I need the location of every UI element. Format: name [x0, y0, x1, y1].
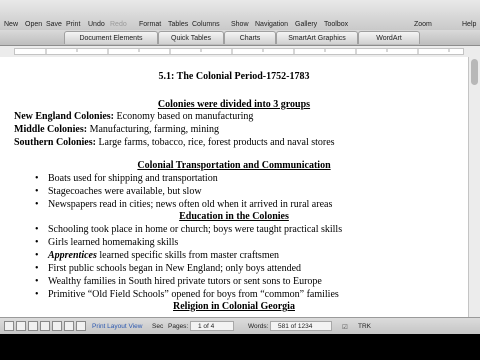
toolbar-format[interactable]: Format [139, 21, 161, 28]
draft-view-icon[interactable] [4, 321, 14, 331]
full-screen-view-icon[interactable] [64, 321, 74, 331]
ruler-track [14, 48, 464, 55]
document-page[interactable]: 5.1: The Colonial Period-1752-1783 Colon… [0, 57, 468, 317]
list-item: First public schools began in New Englan… [35, 263, 301, 274]
spellcheck-icon[interactable]: ☑ [342, 323, 348, 331]
toolbar-toolbox[interactable]: Toolbox [324, 21, 348, 28]
list-item: Apprentices learned specific skills from… [35, 250, 279, 261]
colony-text: Manufacturing, farming, mining [87, 124, 219, 135]
tab-document-elements[interactable]: Document Elements [64, 31, 158, 44]
colony-text: Economy based on manufacturing [114, 111, 254, 122]
heading-education: Education in the Colonies [179, 211, 289, 222]
view-label: Print Layout View [92, 323, 143, 330]
scrollbar-thumb[interactable] [471, 59, 478, 85]
toolbar-save[interactable]: Save [46, 21, 62, 28]
heading-transportation: Colonial Transportation and Communicatio… [137, 160, 331, 171]
toolbar-open[interactable]: Open [25, 21, 42, 28]
heading-religion: Religion in Colonial Georgia [173, 301, 295, 312]
list-item: Girls learned homemaking skills [35, 237, 178, 248]
status-bar: Print Layout View Sec Pages: 1 of 4 Word… [0, 317, 480, 335]
toolbar-new[interactable]: New [4, 21, 18, 28]
toolbar-redo[interactable]: Redo [110, 21, 127, 28]
toolbar-help[interactable]: Help [462, 21, 476, 28]
pages-value: 1 of 4 [198, 323, 215, 330]
words-label: Words: [248, 323, 269, 330]
colony-line-middle: Middle Colonies: Manufacturing, farming,… [14, 124, 219, 135]
colony-label: Southern Colonies: [14, 137, 96, 148]
list-item: Wealthy families in South hired private … [35, 276, 322, 287]
heading-colonies-groups: Colonies were divided into 3 groups [157, 99, 311, 110]
toolbar-zoom[interactable]: Zoom [414, 21, 432, 28]
print-layout-view-icon[interactable] [40, 321, 50, 331]
notebook-view-icon[interactable] [52, 321, 62, 331]
words-value: 581 of 1234 [278, 323, 313, 330]
list-item: Newspapers read in cities; news often ol… [35, 199, 332, 210]
tab-charts[interactable]: Charts [224, 31, 276, 44]
toolbar-print[interactable]: Print [66, 21, 80, 28]
focus-view-icon[interactable] [76, 321, 86, 331]
toolbar-tables[interactable]: Tables [168, 21, 188, 28]
list-item: Stagecoaches were available, but slow [35, 186, 202, 197]
toolbar-navigation[interactable]: Navigation [255, 21, 288, 28]
track-changes-label[interactable]: TRK [358, 323, 371, 330]
tab-quick-tables[interactable]: Quick Tables [158, 31, 224, 44]
tab-wordart[interactable]: WordArt [358, 31, 420, 44]
colony-line-southern: Southern Colonies: Large farms, tobacco,… [14, 137, 335, 148]
outline-view-icon[interactable] [16, 321, 26, 331]
list-item: Primitive “Old Field Schools” opened for… [35, 289, 339, 300]
pages-label: Pages: [168, 323, 189, 330]
tab-smartart-graphics[interactable]: SmartArt Graphics [276, 31, 358, 44]
colony-label: New England Colonies: [14, 111, 115, 122]
list-item: Boats used for shipping and transportati… [35, 173, 218, 184]
elements-gallery-ribbon: Document Elements Quick Tables Charts Sm… [0, 30, 480, 46]
vertical-scrollbar[interactable] [468, 57, 480, 317]
publishing-view-icon[interactable] [28, 321, 38, 331]
ribbon-spacer [0, 31, 64, 44]
section-label: Sec [152, 323, 164, 330]
toolbar-show[interactable]: Show [231, 21, 249, 28]
letterbox-bar [0, 334, 480, 360]
toolbar-gallery[interactable]: Gallery [295, 21, 317, 28]
toolbar-columns[interactable]: Columns [192, 21, 220, 28]
colony-line-new-england: New England Colonies: Economy based on m… [14, 111, 253, 122]
colony-label: Middle Colonies: [14, 124, 88, 135]
word-window: New Open Save Print Undo Redo Format Tab… [0, 0, 480, 360]
list-item: Schooling took place in home or church; … [35, 224, 342, 235]
standard-toolbar: New Open Save Print Undo Redo Format Tab… [0, 0, 480, 31]
ruler-ticks [45, 49, 450, 54]
colony-text: Large farms, tobacco, rice, forest produ… [95, 137, 335, 148]
toolbar-undo[interactable]: Undo [88, 21, 105, 28]
page-title: 5.1: The Colonial Period-1752-1783 [158, 71, 310, 82]
